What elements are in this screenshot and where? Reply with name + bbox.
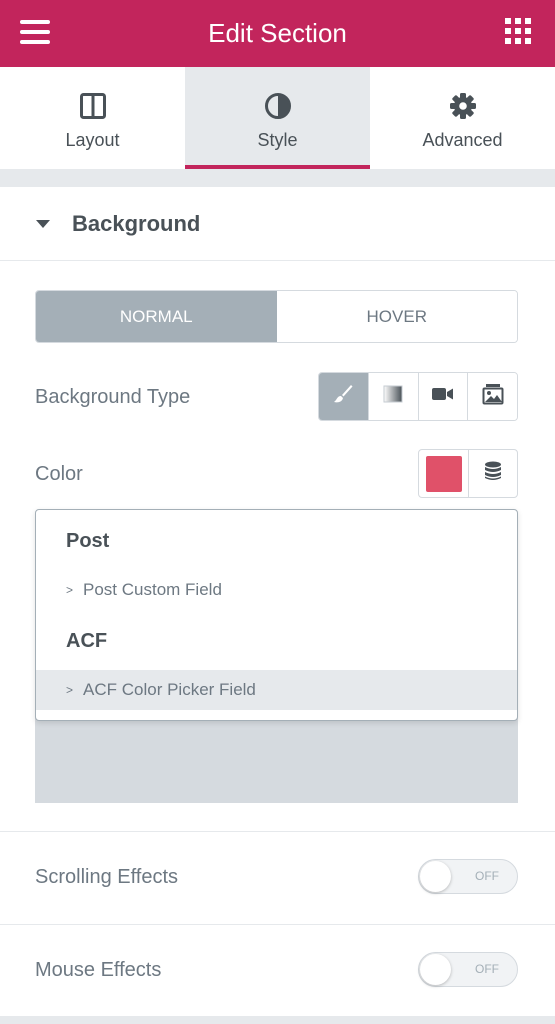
color-swatch: [425, 455, 462, 492]
option-label: ACF Color Picker Field: [83, 680, 256, 699]
divider: [0, 831, 555, 832]
columns-icon: [78, 91, 108, 121]
scrolling-effects-toggle[interactable]: OFF: [418, 859, 518, 894]
background-type-label: Background Type: [35, 386, 191, 408]
chevron-right-icon: >: [66, 583, 74, 597]
tab-style[interactable]: Style: [185, 67, 370, 169]
state-switch: NORMAL HOVER: [35, 290, 518, 343]
half-circle-icon: [263, 91, 293, 121]
option-post-custom-field[interactable]: > Post Custom Field: [36, 570, 517, 610]
tab-label: Layout: [65, 130, 120, 150]
section-title: Background: [72, 210, 201, 236]
scrolling-effects-label: Scrolling Effects: [35, 866, 179, 888]
tab-advanced[interactable]: Advanced: [370, 67, 555, 169]
database-icon: [484, 461, 502, 486]
toggle-knob: [420, 954, 451, 985]
group-title-post: Post: [66, 530, 110, 552]
slideshow-background-button[interactable]: [467, 373, 517, 420]
toggle-state: OFF: [475, 962, 499, 976]
toggle-knob: [420, 861, 451, 892]
video-icon: [431, 386, 454, 407]
group-title-acf: ACF: [66, 630, 108, 652]
option-acf-color-picker-field[interactable]: > ACF Color Picker Field: [36, 670, 517, 710]
divider: [0, 924, 555, 925]
hover-tab[interactable]: HOVER: [276, 291, 517, 342]
top-bar: Edit Section: [0, 0, 555, 67]
tab-layout[interactable]: Layout: [0, 67, 185, 169]
mouse-effects-label: Mouse Effects: [35, 959, 162, 981]
panel-title: Edit Section: [208, 18, 347, 48]
tab-label: Advanced: [422, 130, 503, 150]
normal-tab[interactable]: NORMAL: [36, 291, 277, 342]
apps-grid-icon[interactable]: [505, 18, 531, 44]
gear-icon: [448, 91, 478, 121]
dynamic-tags-dropdown: Post > Post Custom Field ACF > ACF Color…: [35, 509, 518, 721]
gradient-icon: [383, 384, 403, 409]
background-section-toggle[interactable]: Background: [0, 187, 555, 261]
tab-label: Style: [257, 130, 298, 150]
bottom-strip: [0, 1016, 555, 1024]
option-label: Post Custom Field: [83, 580, 222, 599]
panel-tabs: Layout Style Advanced: [0, 67, 555, 169]
background-type-choices: [318, 372, 518, 421]
hamburger-menu-icon[interactable]: [20, 20, 50, 44]
video-background-button[interactable]: [417, 373, 468, 420]
color-label: Color: [35, 463, 83, 485]
color-control: [418, 449, 518, 498]
color-picker-button[interactable]: [419, 450, 469, 497]
caret-down-icon: [36, 219, 50, 228]
mouse-effects-toggle[interactable]: OFF: [418, 952, 518, 987]
toggle-state: OFF: [475, 869, 499, 883]
brush-icon: [332, 383, 354, 410]
separator-strip: [0, 169, 555, 187]
chevron-right-icon: >: [66, 683, 74, 697]
classic-background-button[interactable]: [319, 373, 368, 420]
slideshow-icon: [482, 383, 504, 410]
gradient-background-button[interactable]: [367, 373, 418, 420]
dynamic-tags-button[interactable]: [469, 450, 517, 497]
